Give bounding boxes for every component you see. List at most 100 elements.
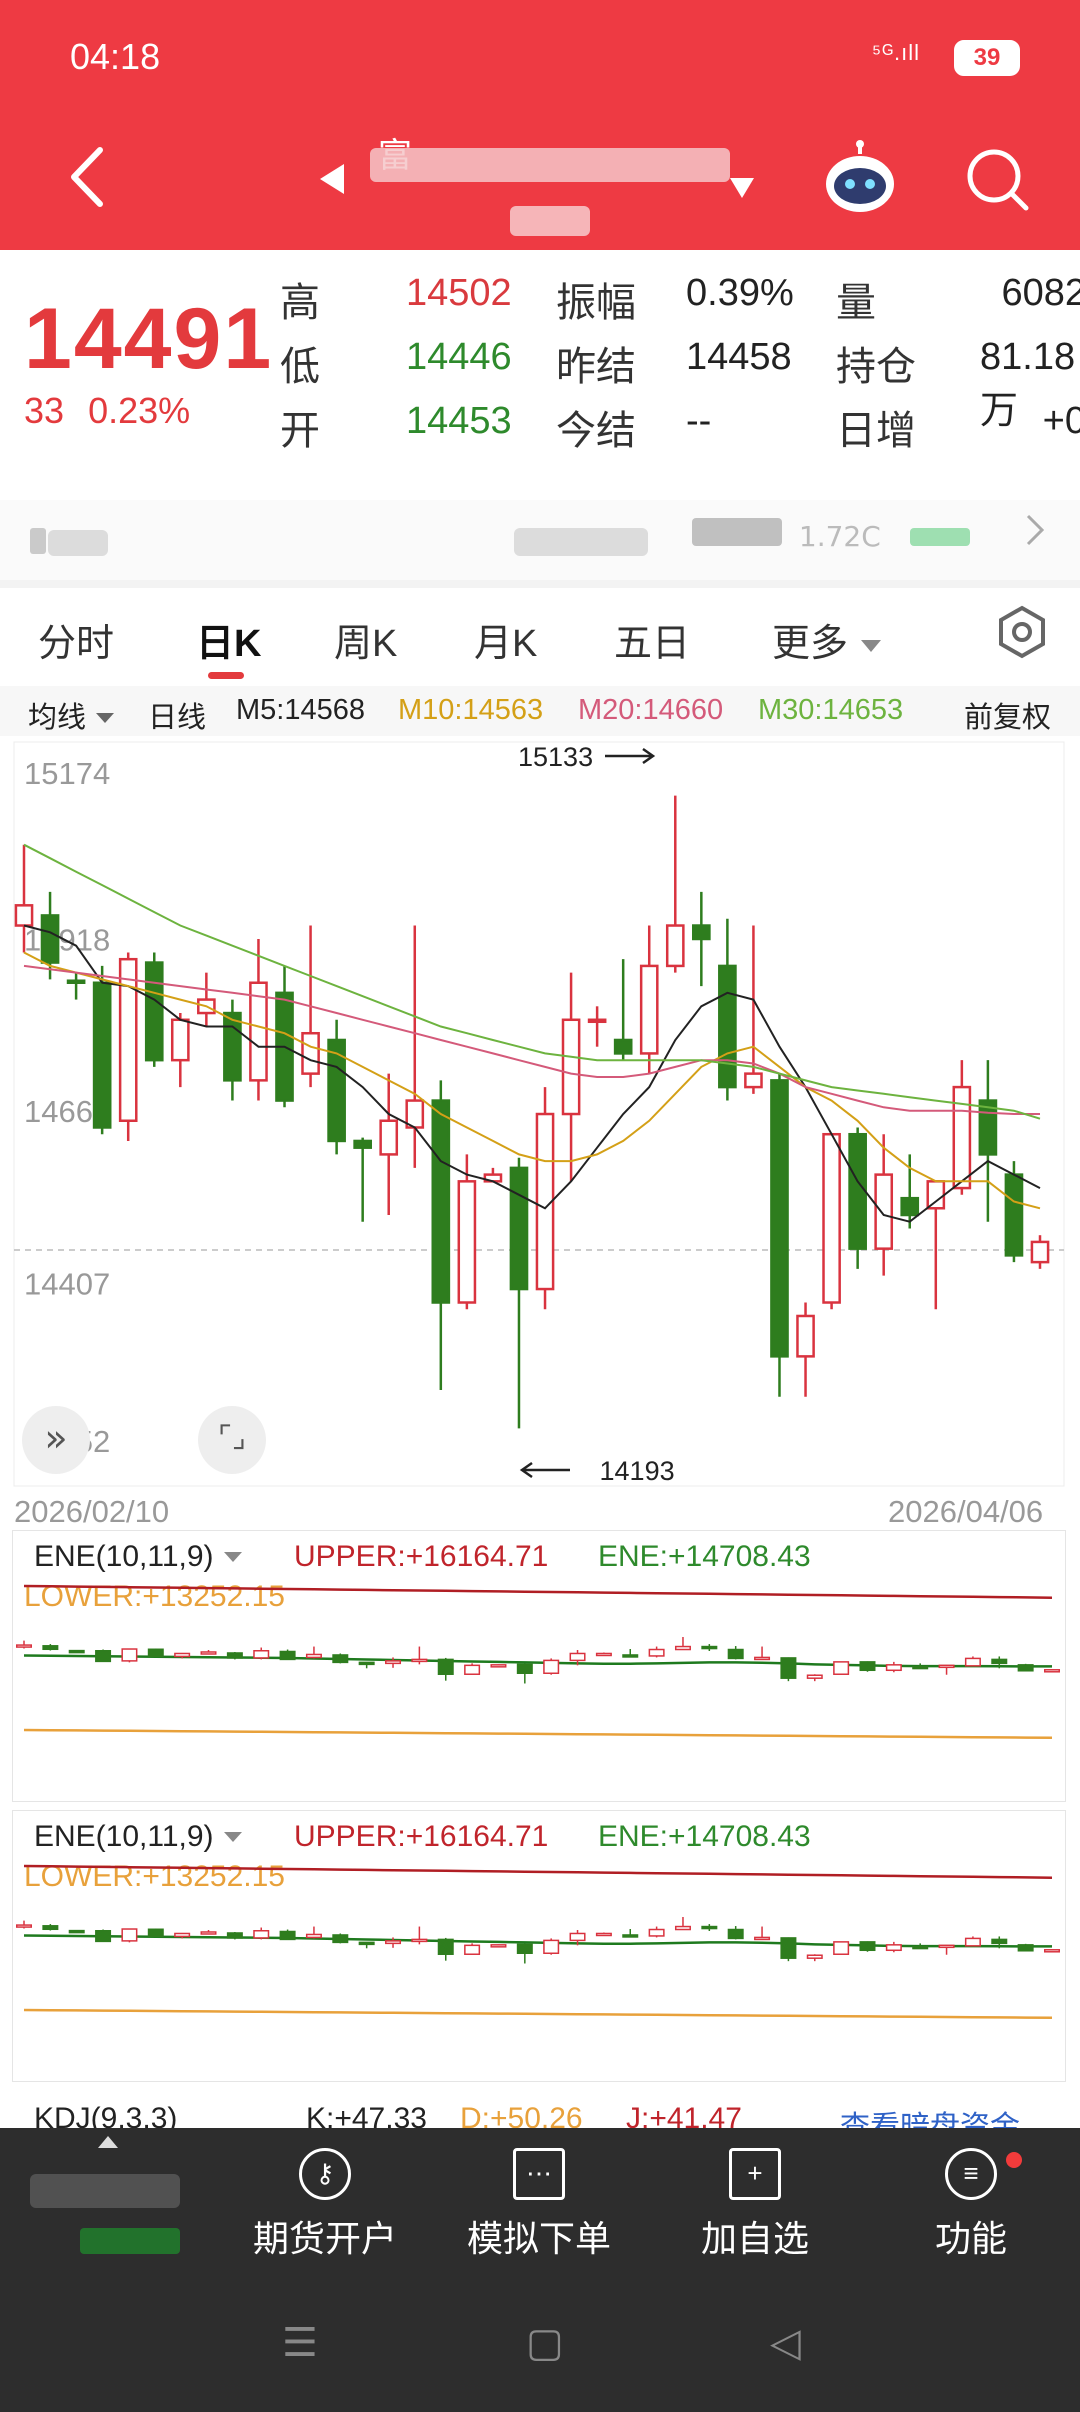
ene-candle-body (727, 1928, 744, 1940)
ene-candle-body (305, 1933, 322, 1939)
doc-icon: ⋯ (513, 2148, 565, 2200)
ene-candle-body (121, 1928, 138, 1942)
fullscreen-button[interactable]: ⌜⌟ (198, 1406, 266, 1474)
open-account-button[interactable]: ⚷ 期货开户 (250, 2148, 400, 2262)
last-price: 14491 (24, 291, 274, 387)
candle-body (379, 1119, 399, 1156)
ene-candle-body (543, 1659, 560, 1674)
candle-body (353, 1139, 372, 1149)
system-back-button[interactable]: ◁ (770, 2320, 801, 2366)
fullscreen-icon: ⌜⌟ (217, 1420, 247, 1455)
ene-candle-body (991, 1658, 1008, 1665)
ene-candle-body (595, 1652, 612, 1657)
ma-m20: M20:14660 (578, 694, 724, 726)
ene-candle-body (68, 1649, 85, 1654)
candle-body (587, 1018, 607, 1024)
ene-chart-2 (16, 1864, 1060, 2020)
ma-selector[interactable]: 均线 (28, 694, 116, 736)
ene-candle-body (464, 1944, 481, 1955)
tab-monthly-k[interactable]: 月K (474, 612, 537, 667)
adjust-mode[interactable]: 前复权 (964, 694, 1051, 736)
stat-value: -- (686, 400, 712, 442)
assistant-robot-button[interactable] (822, 140, 898, 220)
candle-body (1030, 1240, 1050, 1264)
divider (0, 580, 1080, 588)
candle-body (118, 957, 138, 1123)
back-button[interactable] (62, 142, 112, 212)
ene-candle-body (569, 1932, 586, 1942)
signal-icon: ⁵ᴳ.ıll (872, 40, 921, 65)
ene-candle-body (437, 1658, 454, 1675)
ene-candle-body (411, 1938, 428, 1943)
ene-candle-body (279, 1650, 296, 1661)
menu-icon: ≡ (945, 2148, 997, 2200)
simulated-order-button[interactable]: ⋯ 模拟下单 (464, 2148, 614, 2262)
ene-chart-1 (16, 1584, 1060, 1740)
ene-candle-body (490, 1664, 507, 1668)
expand-button[interactable]: » (22, 1406, 90, 1474)
tab-intraday[interactable]: 分时 (38, 612, 114, 667)
back-arrow-icon (71, 147, 103, 207)
ene-candle-body (1044, 1669, 1060, 1673)
stat-label: 持仓 (836, 345, 916, 389)
max-annotation: 15133 (518, 742, 659, 773)
ene-candle-body (147, 1928, 164, 1938)
notification-dot (1006, 2152, 1022, 2168)
arrow-right-icon (604, 747, 655, 765)
ene-candle-body (516, 1663, 533, 1674)
ene-candle-body (885, 1664, 902, 1672)
system-menu-button[interactable]: ☰ (282, 2320, 318, 2366)
y-tick-label: 14407 (24, 1266, 110, 1301)
ene-candle-body (279, 1930, 296, 1941)
hexagon-settings-icon (999, 605, 1045, 659)
blurred-title (370, 148, 730, 182)
search-button[interactable] (962, 144, 1032, 218)
chart-settings-button[interactable] (994, 604, 1050, 664)
candlestick-chart[interactable]: 1517414918146631440714152 (0, 740, 1080, 1500)
collapse-toggle[interactable] (96, 2134, 120, 2154)
candle-body (144, 961, 164, 1062)
prev-contract-button[interactable] (318, 162, 346, 200)
system-home-button[interactable]: ▢ (526, 2320, 564, 2366)
ene-candle-body (1044, 1949, 1060, 1953)
ene-candle-body (938, 1944, 955, 1949)
ene-candle-body (95, 1930, 112, 1943)
triangle-down-icon (96, 713, 115, 723)
y-tick-label: 15174 (24, 756, 110, 791)
blurred-info (30, 528, 46, 554)
tab-weekly-k[interactable]: 周K (334, 612, 397, 667)
ene-candle-body (648, 1928, 665, 1937)
min-annotation: 14193 (516, 1456, 675, 1487)
tab-five-day[interactable]: 五日 (614, 612, 690, 667)
triangle-down-icon (860, 640, 881, 652)
ma-m10: M10:14563 (398, 694, 544, 726)
candle-body (770, 1079, 789, 1358)
ene-candle-body (411, 1658, 428, 1663)
ene-candle-body (200, 1651, 217, 1655)
tab-more[interactable]: 更多 (772, 612, 883, 667)
ene-candle-body (253, 1650, 270, 1659)
stat-value: +0 (1042, 400, 1080, 442)
candle-body (223, 1011, 242, 1082)
stat-label: 日增 (836, 409, 916, 453)
ene-candle-body (1017, 1944, 1034, 1952)
candle-body (900, 1196, 920, 1217)
tab-daily-k[interactable]: 日K (196, 612, 261, 667)
info-row-chevron[interactable] (1020, 510, 1050, 554)
blurred-nav-label[interactable] (30, 2174, 180, 2208)
stat-label: 高 (280, 281, 320, 325)
ene-candle-body (701, 1925, 718, 1930)
candle-body (327, 1038, 346, 1143)
functions-button[interactable]: ≡ 功能 (896, 2148, 1046, 2262)
candle-body (639, 964, 659, 1055)
ene-candle-body (727, 1648, 744, 1660)
stat-label: 量 (836, 281, 876, 325)
add-watchlist-button[interactable]: + 加自选 (680, 2148, 830, 2262)
ene-candle-body (701, 1645, 718, 1650)
next-contract-button[interactable] (728, 176, 756, 204)
active-tab-indicator (208, 672, 244, 679)
ene-lower-line (23, 2008, 1053, 2020)
candle-body (926, 1180, 946, 1210)
candle-body (744, 1072, 763, 1089)
change-percent: 0.23% (88, 390, 191, 431)
